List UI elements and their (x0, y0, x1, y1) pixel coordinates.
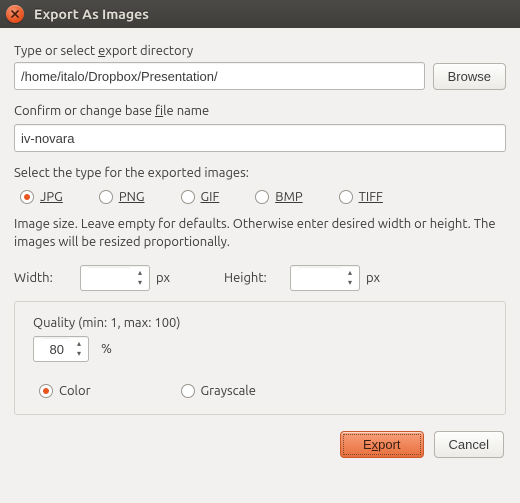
format-prompt: Select the type for the exported images: (14, 166, 506, 180)
radio-icon (20, 190, 34, 204)
quality-unit: % (101, 342, 112, 356)
format-tiff-radio[interactable]: TIFF (339, 190, 383, 204)
basename-input[interactable] (14, 124, 506, 152)
size-hint: Image size. Leave empty for defaults. Ot… (14, 216, 506, 251)
height-input[interactable] (297, 267, 341, 290)
export-directory-input[interactable] (14, 62, 425, 90)
export-directory-label: Type or select export directory (14, 44, 506, 58)
dialog-content: Type or select export directory Browse C… (0, 28, 520, 472)
titlebar: Export As Images (0, 0, 520, 28)
chevron-up-icon[interactable]: ▴ (343, 268, 357, 278)
height-unit: px (366, 271, 380, 285)
colormode-color-radio[interactable]: Color (39, 384, 91, 398)
window-title: Export As Images (34, 6, 149, 22)
width-stepper[interactable]: ▴▾ (80, 265, 150, 291)
colormode-grayscale-radio[interactable]: Grayscale (181, 384, 256, 398)
format-bmp-radio[interactable]: BMP (255, 190, 302, 204)
radio-icon (255, 190, 269, 204)
radio-icon (181, 190, 195, 204)
format-gif-radio[interactable]: GIF (181, 190, 220, 204)
dialog-footer: Export Cancel (14, 431, 506, 458)
quality-panel: Quality (min: 1, max: 100) ▴▾ % Color Gr… (14, 301, 506, 415)
cancel-button[interactable]: Cancel (434, 431, 504, 458)
format-radio-group: JPG PNG GIF BMP TIFF (20, 190, 506, 204)
chevron-up-icon[interactable]: ▴ (72, 339, 86, 349)
quality-input[interactable] (40, 338, 70, 361)
radio-icon (181, 384, 195, 398)
quality-label: Quality (min: 1, max: 100) (33, 316, 487, 330)
height-stepper[interactable]: ▴▾ (290, 265, 360, 291)
dimension-row: Width: ▴▾ px Height: ▴▾ px (14, 265, 506, 291)
close-icon[interactable] (6, 5, 24, 23)
chevron-up-icon[interactable]: ▴ (133, 268, 147, 278)
chevron-down-icon[interactable]: ▾ (133, 278, 147, 288)
basename-label: Confirm or change base file name (14, 104, 506, 118)
width-label: Width: (14, 271, 62, 285)
radio-icon (39, 384, 53, 398)
height-label: Height: (224, 271, 272, 285)
width-input[interactable] (87, 267, 131, 290)
radio-icon (339, 190, 353, 204)
chevron-down-icon[interactable]: ▾ (72, 349, 86, 359)
radio-icon (99, 190, 113, 204)
width-unit: px (156, 271, 170, 285)
format-jpg-radio[interactable]: JPG (20, 190, 63, 204)
export-button[interactable]: Export (340, 431, 424, 458)
chevron-down-icon[interactable]: ▾ (343, 278, 357, 288)
colormode-radio-group: Color Grayscale (39, 384, 487, 398)
format-png-radio[interactable]: PNG (99, 190, 145, 204)
browse-button[interactable]: Browse (433, 63, 506, 90)
quality-stepper[interactable]: ▴▾ (33, 336, 89, 362)
